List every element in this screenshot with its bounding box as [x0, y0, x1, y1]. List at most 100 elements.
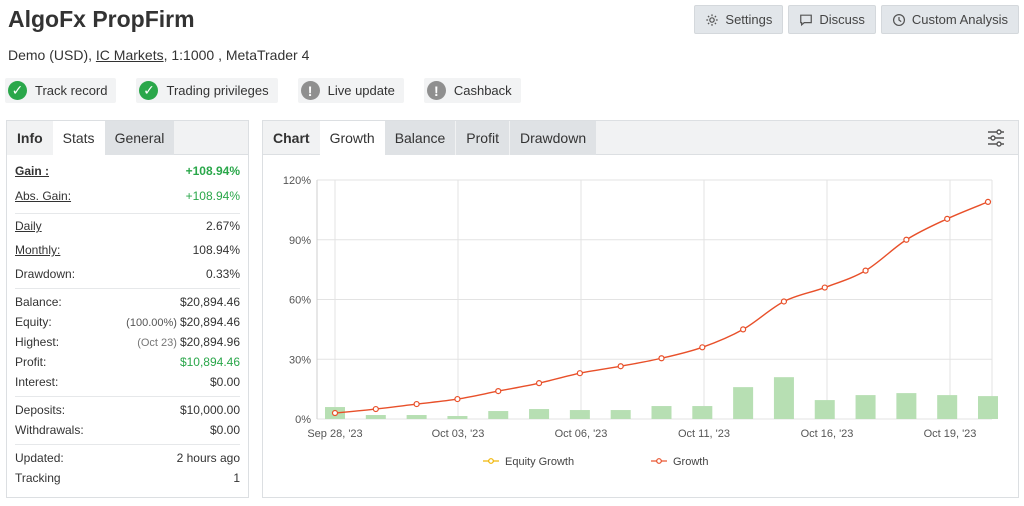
x-tick-label: Oct 03, '23 — [432, 428, 485, 440]
badge-live-update[interactable]: ! Live update — [297, 78, 404, 103]
divider — [15, 396, 240, 397]
badge-label: Live update — [327, 83, 395, 98]
badge-cashback[interactable]: ! Cashback — [423, 78, 521, 103]
stat-label[interactable]: Gain : — [15, 164, 49, 178]
stat-daily: Daily 2.67% — [7, 214, 248, 238]
divider — [15, 288, 240, 289]
growth-point — [984, 198, 992, 206]
stat-value: $10,000.00 — [179, 403, 240, 417]
left-tabbar: Info Stats General — [7, 121, 248, 155]
subtitle-suffix: , 1:1000 , MetaTrader 4 — [163, 47, 310, 63]
exclamation-icon: ! — [426, 81, 446, 100]
growth-series-line — [334, 201, 989, 414]
growth-point — [944, 215, 951, 222]
y-tick-label: 90% — [289, 235, 311, 247]
growth-point — [331, 409, 339, 417]
stat-equity: Equity: (100.00%) $20,894.46 — [7, 312, 248, 332]
tab-growth[interactable]: Growth — [319, 121, 385, 155]
bar — [610, 410, 631, 419]
broker-link[interactable]: IC Markets — [96, 47, 164, 63]
filter-settings-icon[interactable] — [986, 128, 1006, 148]
stat-label[interactable]: Monthly: — [15, 243, 60, 257]
stat-label: Balance: — [15, 295, 62, 309]
stat-abs-gain: Abs. Gain: +108.94% — [7, 183, 248, 209]
subtitle-prefix: Demo (USD), — [8, 47, 96, 63]
chart-tabbar: Chart Growth Balance Profit Drawdown — [263, 121, 1018, 155]
chart-panel: Chart Growth Balance Profit Drawdown 0% 3… — [262, 120, 1019, 498]
legend-label: Equity Growth — [505, 456, 574, 468]
stat-value: 2.67% — [205, 219, 240, 233]
stat-value: $20,894.46 — [179, 295, 240, 309]
stat-withdrawals: Withdrawals: $0.00 — [7, 420, 248, 440]
stat-label: Deposits: — [15, 403, 66, 417]
gear-icon — [706, 13, 719, 26]
stat-value: 108.94% — [192, 243, 240, 257]
stat-value: $0.00 — [209, 375, 240, 389]
tab-chart[interactable]: Chart — [263, 121, 320, 155]
y-tick-label: 120% — [283, 175, 311, 187]
tab-info[interactable]: Info — [7, 121, 53, 155]
settings-button[interactable]: Settings — [694, 5, 784, 34]
growth-point — [413, 400, 420, 408]
tab-general[interactable]: General — [104, 121, 175, 155]
page-title: AlgoFx PropFirm — [8, 6, 195, 32]
stat-value: +108.94% — [185, 189, 240, 203]
growth-point — [617, 363, 624, 370]
y-tick-label: 30% — [289, 354, 311, 366]
tab-drawdown[interactable]: Drawdown — [509, 121, 597, 155]
stat-label: Highest: — [15, 335, 60, 349]
header-actions: Settings Discuss Custom Analysis — [694, 5, 1019, 34]
tab-balance[interactable]: Balance — [384, 121, 457, 155]
x-tick-label: Oct 19, '23 — [924, 428, 977, 440]
bar — [773, 377, 794, 419]
stat-monthly: Monthly: 108.94% — [7, 238, 248, 262]
legend-label: Growth — [673, 456, 708, 468]
stat-label: Withdrawals: — [15, 423, 84, 437]
badge-label: Track record — [35, 83, 108, 98]
discuss-label: Discuss — [819, 12, 865, 27]
settings-label: Settings — [725, 12, 773, 27]
tab-stats[interactable]: Stats — [52, 121, 105, 155]
growth-point — [495, 388, 502, 395]
legend-marker — [656, 458, 662, 464]
custom-analysis-button[interactable]: Custom Analysis — [880, 5, 1019, 34]
stat-label: Interest: — [15, 375, 59, 389]
stat-gain: Gain : +108.94% — [7, 159, 248, 183]
badge-track-record[interactable]: ✓ Track record — [5, 78, 117, 103]
stat-label: Drawdown: — [15, 267, 76, 281]
growth-point — [780, 298, 788, 305]
stat-label[interactable]: Abs. Gain: — [15, 189, 71, 203]
stat-value: $20,894.46 — [179, 315, 240, 329]
bar — [692, 406, 713, 419]
growth-point — [576, 370, 583, 377]
discuss-button[interactable]: Discuss — [788, 5, 876, 34]
badge-label: Trading privileges — [166, 83, 269, 98]
bar — [978, 396, 998, 419]
legend-marker — [488, 458, 494, 464]
bar — [896, 393, 917, 419]
growth-point — [699, 344, 706, 351]
stat-drawdown: Drawdown: 0.33% — [7, 262, 248, 286]
stat-label[interactable]: Daily — [15, 219, 42, 233]
bar — [365, 415, 386, 419]
x-tick-label: Oct 16, '23 — [801, 428, 854, 440]
stat-highest: Highest: (Oct 23) $20,894.96 — [7, 332, 248, 352]
stats-panel: Info Stats General Gain : +108.94% Abs. … — [6, 120, 249, 498]
x-tick-label: Oct 11, '23 — [678, 428, 730, 440]
stat-value: +108.94% — [185, 164, 240, 178]
stat-profit: Profit: $10,894.46 — [7, 352, 248, 372]
bar — [733, 387, 754, 419]
bar — [447, 416, 468, 419]
growth-point — [862, 267, 869, 274]
stat-label: Tracking — [15, 471, 61, 485]
growth-point — [903, 236, 910, 243]
check-icon: ✓ — [8, 81, 27, 100]
badge-trading-privileges[interactable]: ✓ Trading privileges — [136, 78, 278, 103]
chat-icon — [800, 14, 813, 26]
stat-value: 1 — [233, 471, 240, 485]
growth-point — [821, 284, 828, 291]
stat-value: 0.33% — [205, 267, 240, 281]
stat-pre: (Oct 23) — [137, 337, 177, 349]
tab-profit[interactable]: Profit — [456, 121, 510, 155]
bar — [814, 400, 835, 419]
